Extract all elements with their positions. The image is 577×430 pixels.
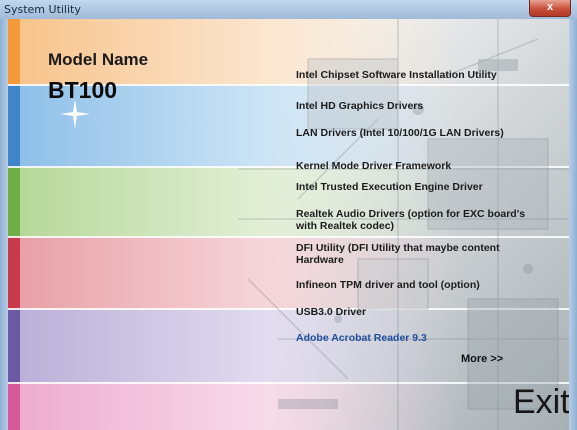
window-frame-left (0, 19, 8, 430)
close-button[interactable]: x (529, 0, 571, 17)
window-title: System Utility (4, 3, 81, 16)
menu-item-adobe-reader[interactable]: Adobe Acrobat Reader 9.3 (296, 332, 536, 344)
menu-item-infineon-tpm[interactable]: Infineon TPM driver and tool (option) (296, 279, 536, 291)
window-frame-right (569, 19, 577, 430)
model-name-label: Model Name (48, 50, 149, 69)
title-bar[interactable]: System Utility x (0, 0, 577, 20)
more-button[interactable]: More >> (461, 353, 503, 365)
content-area: Model Name BT100 Intel Chipset Software … (8, 19, 569, 430)
menu-item-kernel-mode-driver[interactable]: Kernel Mode Driver Framework (296, 160, 536, 172)
menu-item-usb3-driver[interactable]: USB3.0 Driver (296, 306, 536, 318)
menu-item-lan-drivers[interactable]: LAN Drivers (Intel 10/100/1G LAN Drivers… (296, 127, 536, 139)
system-utility-window: System Utility x Model Name BT100 Intel … (0, 0, 577, 430)
menu-item-intel-hd-graphics[interactable]: Intel HD Graphics Drivers (296, 100, 536, 112)
menu-item-dfi-utility[interactable]: DFI Utility (DFI Utility that maybe cont… (296, 242, 536, 266)
menu-item-intel-chipset[interactable]: Intel Chipset Software Installation Util… (296, 69, 536, 81)
menu-item-intel-trusted-execution[interactable]: Intel Trusted Execution Engine Driver (296, 181, 536, 193)
menu-item-realtek-audio[interactable]: Realtek Audio Drivers (option for EXC bo… (296, 208, 536, 232)
sparkle-icon (60, 99, 90, 129)
exit-button[interactable]: Exit (513, 383, 569, 422)
